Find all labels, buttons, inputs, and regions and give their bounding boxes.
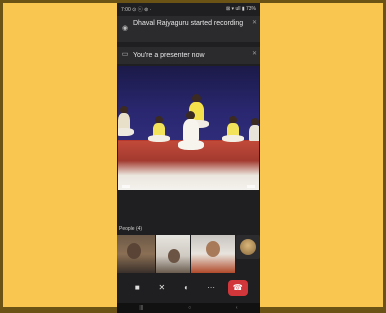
recording-notification-text: Dhaval Rajyaguru started recording xyxy=(133,20,243,27)
system-navigation-bar: ||| ○ ‹ xyxy=(117,303,260,313)
call-controls-bar: ■ ✕ ◐ ··· ☎ xyxy=(117,274,260,302)
phone-screen: 7:00 ⊙ ⓒ ⊚ · ⊠ ▾ ull ▮ 73% ◉ Dhaval Rajy… xyxy=(117,3,260,313)
status-time: 7:00 ⊙ ⓒ ⊚ · xyxy=(121,6,151,13)
camera-icon[interactable]: ■ xyxy=(129,280,145,296)
audio-icon[interactable]: ◐ xyxy=(178,280,194,296)
close-icon[interactable]: ✕ xyxy=(252,19,257,28)
participant-tile[interactable] xyxy=(117,235,155,273)
nav-back-icon[interactable]: ‹ xyxy=(236,305,238,311)
presenter-icon: ▭ xyxy=(121,51,129,59)
nav-home-icon[interactable]: ○ xyxy=(188,305,191,311)
participant-face xyxy=(168,249,180,263)
end-call-button[interactable]: ☎ xyxy=(228,280,248,296)
status-bar: 7:00 ⊙ ⓒ ⊚ · ⊠ ▾ ull ▮ 73% xyxy=(117,3,260,15)
close-icon[interactable]: ✕ xyxy=(252,50,257,59)
presenter-notification[interactable]: ▭ You're a presenter now ✕ xyxy=(117,47,260,64)
mute-icon[interactable]: ✕ xyxy=(154,280,170,296)
nav-recents-icon[interactable]: ||| xyxy=(139,305,143,311)
participant-tile[interactable] xyxy=(191,235,235,273)
participant-tile[interactable] xyxy=(156,235,190,273)
participant-face xyxy=(127,243,141,259)
participant-tile[interactable] xyxy=(236,235,260,259)
participant-face xyxy=(206,241,220,257)
status-indicators: ⊠ ▾ ull ▮ 73% xyxy=(226,6,256,12)
recording-notification[interactable]: ◉ Dhaval Rajyaguru started recording ✕ xyxy=(117,16,260,42)
video-overlay-controls xyxy=(118,184,259,188)
people-count-label: People (4) xyxy=(119,226,142,232)
more-options-icon[interactable]: ··· xyxy=(203,280,219,296)
recording-icon: ◉ xyxy=(121,25,129,33)
presenter-notification-text: You're a presenter now xyxy=(133,52,205,59)
main-video-feed[interactable] xyxy=(118,66,259,190)
avatar xyxy=(240,239,256,255)
